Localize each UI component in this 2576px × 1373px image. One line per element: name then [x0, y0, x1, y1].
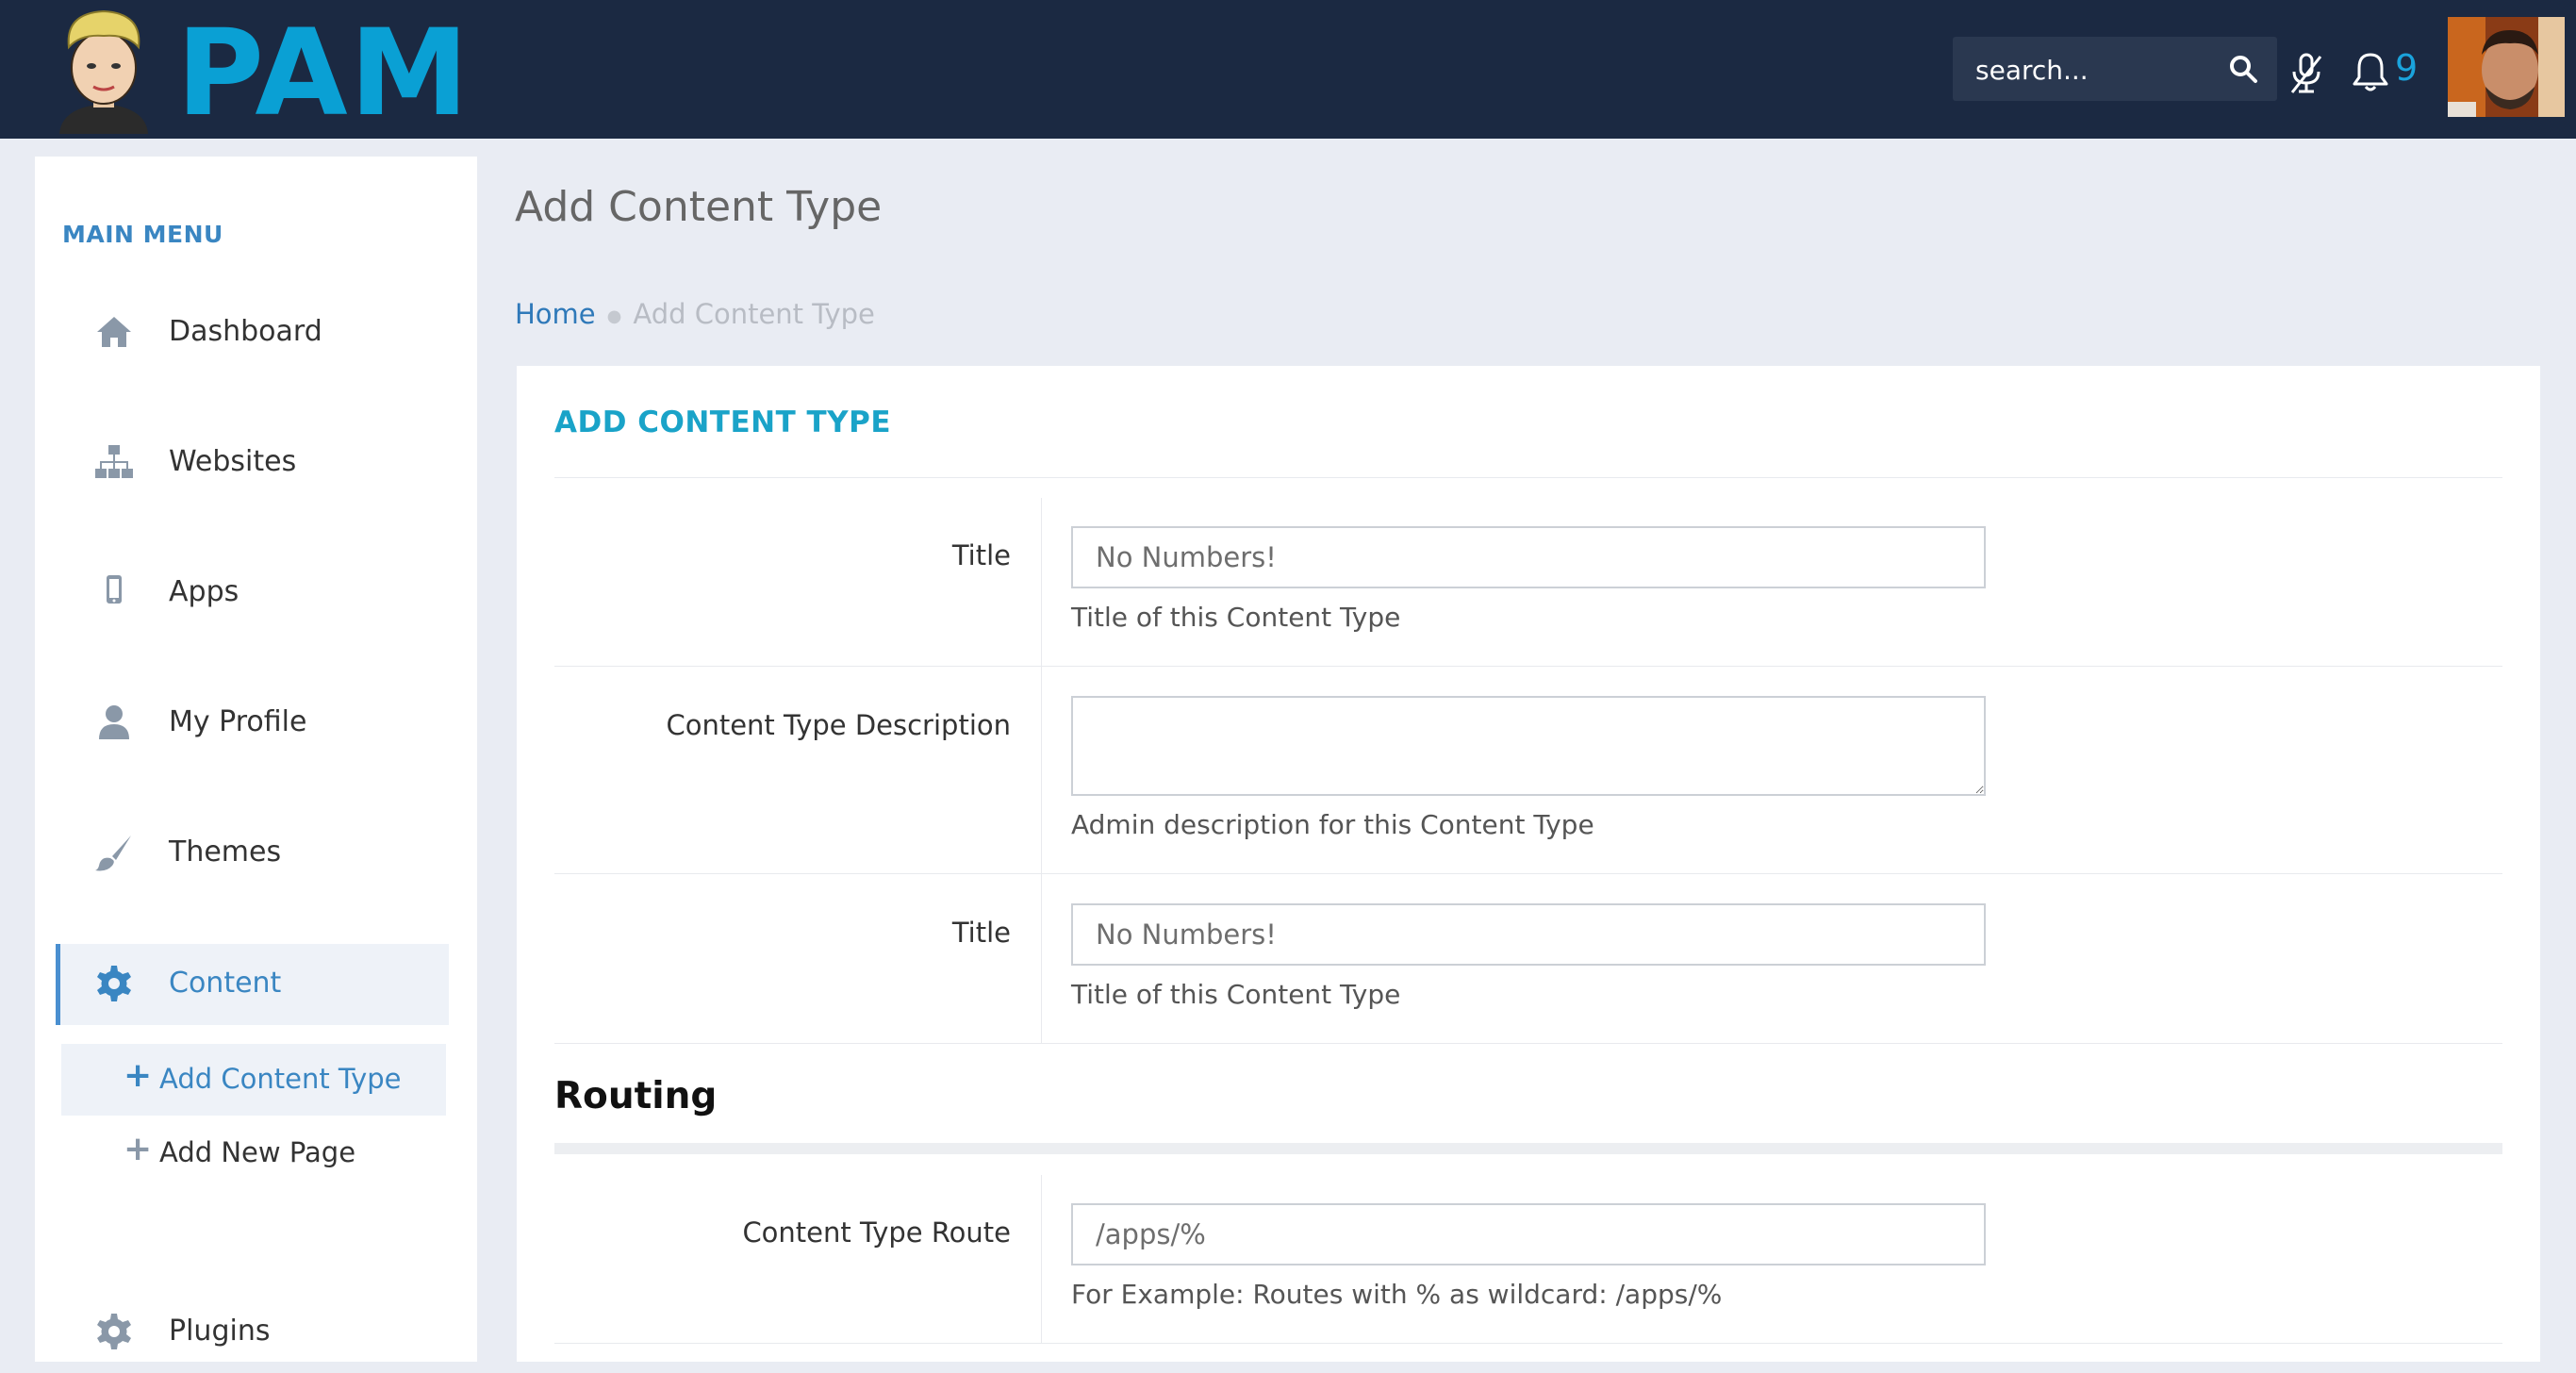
breadcrumb-current: Add Content Type: [633, 298, 875, 330]
home-icon: [97, 317, 131, 347]
search-input[interactable]: [1953, 37, 2222, 103]
user-icon: [99, 705, 129, 739]
mobile-icon: [107, 575, 122, 604]
title-help-text: Title of this Content Type: [1071, 602, 1401, 633]
form-heading: ADD CONTENT TYPE: [554, 405, 891, 439]
logo-avatar[interactable]: [52, 6, 156, 134]
route-input[interactable]: [1071, 1203, 1986, 1265]
sidebar-item-label: Content: [169, 967, 282, 1000]
title-input[interactable]: [1071, 526, 1986, 588]
breadcrumb: Home ● Add Content Type: [515, 298, 875, 330]
page-title: Add Content Type: [515, 183, 883, 231]
title-help-text: Title of this Content Type: [1071, 979, 1401, 1010]
title-input-2[interactable]: [1071, 903, 1986, 966]
breadcrumb-separator: ●: [606, 306, 622, 326]
bell-icon[interactable]: [2352, 51, 2389, 92]
title-label: Title: [951, 539, 1011, 571]
sidebar-item-label: Dashboard: [169, 315, 322, 348]
description-label: Content Type Description: [666, 709, 1011, 741]
divider: [554, 1343, 2502, 1344]
sidebar-item-label: Themes: [169, 835, 282, 868]
column-divider: [1041, 498, 1042, 666]
sidebar-item-label: Apps: [169, 575, 239, 608]
divider: [554, 666, 2502, 667]
sitemap-icon: [95, 445, 133, 478]
route-label: Content Type Route: [742, 1216, 1011, 1249]
sidebar-item-my-profile[interactable]: My Profile: [56, 683, 444, 764]
search-icon[interactable]: [2228, 54, 2258, 84]
sidebar-subitem-add-content-type[interactable]: + Add Content Type: [61, 1044, 446, 1116]
column-divider: [1041, 873, 1042, 1043]
search-box: [1953, 37, 2277, 103]
divider: [554, 477, 2502, 478]
routing-heading: Routing: [554, 1075, 718, 1117]
sidebar-subitem-add-new-page[interactable]: + Add New Page: [61, 1117, 446, 1189]
user-avatar[interactable]: [2448, 17, 2565, 117]
description-help-text: Admin description for this Content Type: [1071, 809, 1594, 840]
form-card: ADD CONTENT TYPE Title Title of this Con…: [517, 366, 2540, 1362]
notification-count[interactable]: 9: [2395, 47, 2418, 89]
divider: [554, 873, 2502, 874]
description-textarea[interactable]: [1071, 696, 1986, 796]
column-divider: [1041, 666, 1042, 873]
title-label: Title: [951, 917, 1011, 949]
sidebar-subitem-label: Add New Page: [159, 1136, 356, 1168]
sidebar-item-themes[interactable]: Themes: [56, 813, 444, 894]
breadcrumb-home-link[interactable]: Home: [515, 298, 596, 330]
sidebar-item-label: Websites: [169, 445, 297, 478]
brush-icon: [95, 835, 131, 871]
sidebar-subitem-label: Add Content Type: [159, 1063, 402, 1095]
plus-icon: +: [124, 1130, 153, 1168]
sidebar-item-label: My Profile: [169, 705, 307, 738]
brand-name[interactable]: PAM: [176, 13, 471, 133]
gear-icon: [97, 966, 131, 1001]
sidebar-item-websites[interactable]: Websites: [56, 422, 444, 504]
sidebar-item-dashboard[interactable]: Dashboard: [56, 292, 444, 373]
sidebar: MAIN MENU Dashboard Websites Apps My Pro…: [35, 157, 477, 1362]
sidebar-item-content[interactable]: Content: [56, 944, 449, 1025]
section-divider: [554, 1143, 2502, 1154]
main-menu-title: MAIN MENU: [62, 221, 223, 248]
sidebar-item-plugins[interactable]: Plugins: [56, 1292, 444, 1373]
gear-icon: [97, 1314, 131, 1349]
sidebar-item-label: Plugins: [169, 1315, 271, 1348]
top-navbar: PAM 9: [0, 0, 2576, 139]
column-divider: [1041, 1175, 1042, 1343]
route-help-text: For Example: Routes with % as wildcard: …: [1071, 1279, 1723, 1310]
sidebar-item-apps[interactable]: Apps: [56, 553, 444, 634]
mic-muted-icon[interactable]: [2289, 53, 2323, 94]
plus-icon: +: [124, 1056, 153, 1095]
divider: [554, 1043, 2502, 1044]
